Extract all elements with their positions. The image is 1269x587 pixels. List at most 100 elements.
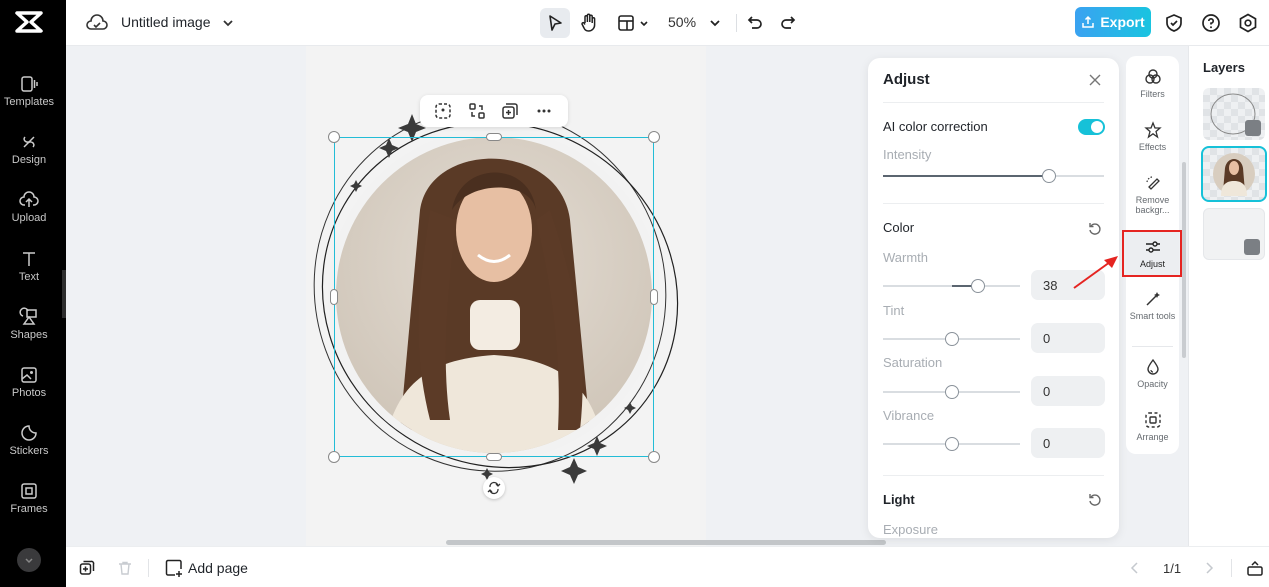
effects-icon — [1143, 121, 1162, 139]
tool-smart-tools[interactable]: Smart tools — [1126, 290, 1179, 321]
bottom-bar: Add page 1/1 — [66, 546, 1269, 587]
adjust-panel-title: Adjust — [883, 71, 930, 88]
tool-opacity[interactable]: Opacity — [1126, 358, 1179, 389]
resize-handle-top-left[interactable] — [328, 131, 340, 143]
export-button[interactable]: Export — [1075, 7, 1151, 37]
adjust-panel: Adjust AI color correction Intensity Col… — [868, 58, 1119, 538]
add-page-button[interactable]: Add page — [165, 559, 248, 577]
shield-check-icon[interactable] — [1162, 11, 1186, 35]
tool-filters[interactable]: Filters — [1126, 68, 1179, 99]
tint-label: Tint — [883, 303, 905, 318]
upload-icon — [19, 191, 39, 207]
select-tool-button[interactable] — [540, 8, 570, 38]
sidebar-item-label: Upload — [11, 212, 47, 224]
resize-handle-right[interactable] — [650, 289, 658, 305]
reset-color-icon[interactable] — [1087, 221, 1103, 237]
saturation-value-input[interactable]: 0 — [1031, 376, 1105, 406]
warmth-slider-thumb[interactable] — [971, 279, 985, 293]
remove-background-icon — [1145, 176, 1160, 190]
opacity-drop-icon — [1146, 358, 1159, 375]
sidebar-item-stickers[interactable]: Stickers — [0, 423, 58, 457]
layer-frame[interactable] — [1203, 88, 1265, 140]
duplicate-page-icon[interactable] — [79, 560, 95, 576]
filters-icon — [1144, 69, 1161, 84]
sidebar-item-photos[interactable]: Photos — [0, 365, 58, 399]
horizontal-scrollbar[interactable] — [446, 540, 886, 545]
sidebar-item-upload[interactable]: Upload — [0, 190, 58, 224]
resize-handle-bottom[interactable] — [486, 453, 502, 461]
tool-arrange[interactable]: Arrange — [1126, 411, 1179, 442]
add-page-icon — [165, 559, 182, 577]
resize-handle-top[interactable] — [486, 133, 502, 141]
prev-page-icon[interactable] — [1128, 560, 1142, 576]
duplicate-icon[interactable] — [500, 101, 520, 121]
photos-icon — [21, 367, 37, 383]
reset-light-icon[interactable] — [1087, 492, 1103, 508]
export-icon — [1082, 15, 1095, 28]
sidebar-item-frames[interactable]: Frames — [0, 481, 58, 515]
layer-type-icon — [1244, 239, 1260, 255]
left-sidebar: Templates Design Upload Text Shapes Phot… — [0, 0, 66, 587]
cutout-icon[interactable] — [433, 101, 453, 121]
sidebar-item-label: Frames — [10, 503, 48, 515]
arrange-icon — [1144, 412, 1161, 428]
layer-photo[interactable] — [1201, 146, 1267, 202]
photo-thumbnail — [1213, 153, 1255, 196]
tool-effects[interactable]: Effects — [1126, 121, 1179, 152]
resize-handle-bottom-right[interactable] — [648, 451, 660, 463]
divider — [1231, 559, 1232, 577]
close-icon[interactable] — [1086, 71, 1104, 89]
replace-icon[interactable] — [467, 101, 487, 121]
capcut-editor: Templates Design Upload Text Shapes Phot… — [0, 0, 1269, 587]
settings-icon[interactable] — [1236, 11, 1260, 35]
tools-scrollbar[interactable] — [1182, 162, 1186, 358]
resize-handle-left[interactable] — [330, 289, 338, 305]
delete-page-icon[interactable] — [117, 560, 133, 576]
tool-remove-background[interactable]: Remove backgr... — [1126, 174, 1179, 215]
sidebar-item-label: Design — [11, 154, 47, 166]
layers-title: Layers — [1203, 60, 1245, 75]
zoom-chevron-down-icon[interactable] — [703, 11, 727, 35]
ai-color-correction-label: AI color correction — [883, 119, 988, 134]
layout-chevron-down-icon[interactable] — [632, 11, 656, 35]
rotate-handle[interactable] — [483, 477, 505, 499]
resize-handle-bottom-left[interactable] — [328, 451, 340, 463]
next-page-icon[interactable] — [1202, 560, 1216, 576]
title-chevron-down-icon[interactable] — [216, 11, 240, 35]
tint-value-input[interactable]: 0 — [1031, 323, 1105, 353]
tool-label: Effects — [1138, 142, 1167, 152]
layer-background[interactable] — [1203, 208, 1265, 260]
expand-pages-icon[interactable] — [1246, 559, 1264, 577]
capcut-logo-icon[interactable] — [14, 9, 44, 35]
sidebar-item-text[interactable]: Text — [0, 249, 58, 283]
selection-toolbar — [420, 95, 568, 127]
sidebar-item-label: Text — [18, 271, 40, 283]
selection-box[interactable] — [334, 137, 654, 457]
vibrance-value-input[interactable]: 0 — [1031, 428, 1105, 458]
intensity-slider-thumb[interactable] — [1041, 169, 1056, 183]
help-icon[interactable] — [1199, 11, 1223, 35]
sidebar-item-label: Templates — [3, 96, 55, 108]
zoom-level[interactable]: 50% — [668, 14, 696, 30]
sidebar-more-button[interactable] — [17, 548, 41, 572]
vibrance-slider-thumb[interactable] — [945, 437, 959, 451]
more-icon[interactable] — [534, 101, 554, 121]
document-title[interactable]: Untitled image — [121, 14, 211, 30]
hand-tool-icon[interactable] — [577, 11, 601, 35]
page-indicator: 1/1 — [1163, 561, 1182, 576]
cursor-icon — [549, 15, 562, 31]
resize-handle-top-right[interactable] — [648, 131, 660, 143]
sidebar-item-design[interactable]: Design — [0, 132, 58, 166]
sidebar-item-shapes[interactable]: Shapes — [0, 307, 58, 341]
design-icon — [23, 136, 35, 148]
templates-icon — [21, 76, 38, 92]
sidebar-item-templates[interactable]: Templates — [0, 74, 58, 108]
ai-color-correction-toggle[interactable] — [1078, 119, 1105, 135]
saturation-slider-thumb[interactable] — [945, 385, 959, 399]
sidebar-item-label: Stickers — [9, 445, 49, 457]
cloud-saved-icon[interactable] — [85, 11, 109, 35]
sidebar-item-label: Shapes — [10, 329, 48, 341]
undo-icon[interactable] — [743, 11, 767, 35]
redo-icon[interactable] — [776, 11, 800, 35]
tint-slider-thumb[interactable] — [945, 332, 959, 346]
